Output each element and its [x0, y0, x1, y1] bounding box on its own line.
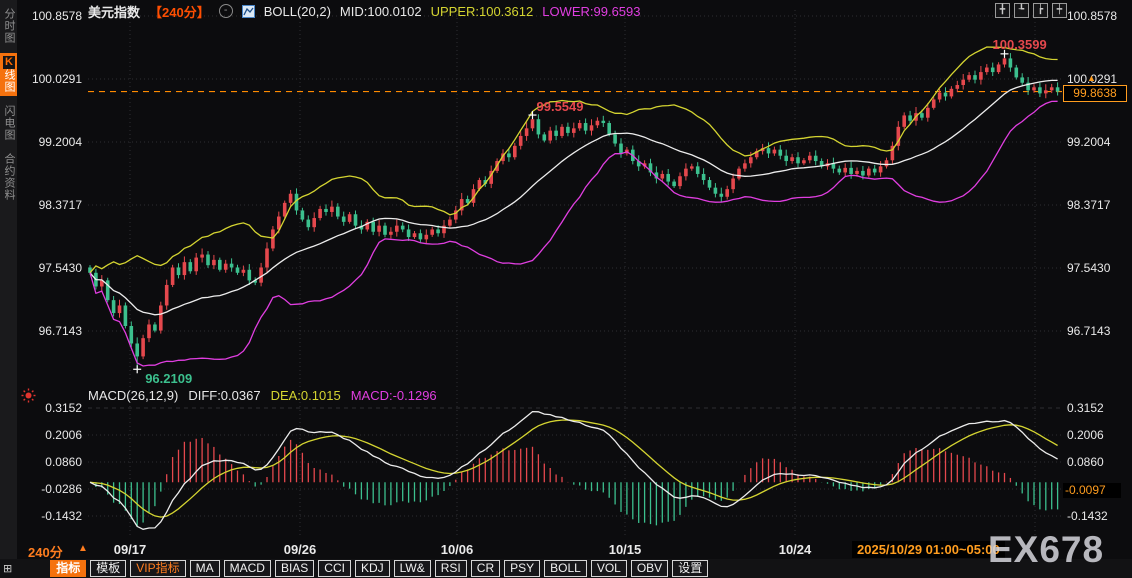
- macd-diff-value: DIFF:0.0367: [188, 388, 261, 403]
- chart-tool-icons: ╋ ┺ ┢ ┿: [995, 3, 1067, 18]
- axis-label: 0.2006: [45, 428, 82, 442]
- cci-button[interactable]: CCI: [318, 560, 351, 577]
- indicator-toolbar: ⊞ 指标 模板 VIP指标 MA MACD BIAS CCI KDJ LW& RSI CR PSY BO…: [0, 559, 1132, 578]
- axis-label: 100.8578: [1067, 9, 1118, 23]
- axis-label: -0.1432: [1067, 509, 1108, 523]
- indicator-button[interactable]: 指标: [50, 560, 87, 577]
- current-bar-datetime: 2025/10/29 01:00~05:00: [852, 541, 1005, 558]
- axis-label: 97.5430: [38, 261, 82, 275]
- chart-header: 美元指数 【240分】 - BOLL(20,2) MID:100.0102 UP…: [88, 2, 641, 21]
- boll-lower-value: LOWER:99.6593: [542, 3, 641, 19]
- boll-upper-value: UPPER:100.3612: [430, 3, 534, 19]
- time-axis: 240分 ▲ 2025/10/29 01:00~05:00 09/17 09/26…: [0, 541, 1132, 560]
- brand-watermark: EX678: [988, 529, 1105, 570]
- vol-button[interactable]: VOL: [590, 560, 627, 577]
- price-annotation: 99.5549: [536, 99, 584, 115]
- boll-settings-label: BOLL(20,2): [263, 3, 331, 19]
- macd-hist-value: MACD:-0.1296: [350, 388, 437, 403]
- price-annotation: 100.3599: [992, 36, 1047, 52]
- collapse-icon[interactable]: -: [218, 4, 233, 18]
- bias-button[interactable]: BIAS: [274, 560, 315, 577]
- psy-button[interactable]: PSY: [504, 560, 541, 577]
- date-tick-label: 09/26: [283, 542, 317, 557]
- axis-label: 0.3152: [1067, 401, 1104, 415]
- obv-button[interactable]: OBV: [630, 560, 669, 577]
- macd-dea-value: DEA:0.1015: [270, 388, 341, 403]
- axis-label: 100.0291: [31, 72, 82, 86]
- boll-mid-value: MID:100.0102: [339, 3, 422, 19]
- template-button[interactable]: 模板: [90, 560, 127, 577]
- grid-layout-icon[interactable]: ⊞: [3, 562, 12, 575]
- cr-button[interactable]: CR: [470, 560, 501, 577]
- price-up-arrow-icon: ▲: [1087, 73, 1096, 83]
- boll-button[interactable]: BOLL: [544, 560, 587, 577]
- macd-header: MACD(26,12,9) DIFF:0.0367 DEA:0.1015 MAC…: [88, 388, 437, 403]
- flash-chart-tab[interactable]: 闪电图: [0, 102, 17, 144]
- y-axis-zoom-icon[interactable]: ┺: [1014, 3, 1029, 18]
- axis-label: 96.7143: [38, 324, 82, 338]
- current-macd-tag: -0.0097: [1063, 483, 1121, 498]
- trading-app: 分时图 K线图闪电图合约资料 美元指数 【240分】 - BOLL(20,2) M…: [0, 0, 1132, 578]
- macd-params-label: MACD(26,12,9): [88, 388, 179, 403]
- axis-label: 0.2006: [1067, 428, 1104, 442]
- lw-button[interactable]: LW&: [393, 560, 431, 577]
- contract-info-tab[interactable]: 合约资料: [0, 150, 17, 204]
- axis-label: 0.0860: [1067, 455, 1104, 469]
- ma-button[interactable]: MA: [189, 560, 220, 577]
- macd-button[interactable]: MACD: [223, 560, 271, 577]
- axis-label: 96.7143: [1067, 324, 1111, 338]
- instrument-name: 美元指数: [88, 4, 141, 20]
- timeshare-chart-tab[interactable]: 分时图: [0, 5, 17, 47]
- axis-label: 0.0860: [45, 455, 82, 469]
- period-up-arrow-icon[interactable]: ▲: [78, 543, 88, 554]
- axis-label: -0.1432: [41, 509, 82, 523]
- date-tick-label: 10/06: [440, 542, 474, 557]
- price-annotation: 96.2109: [145, 371, 193, 387]
- axis-label: -0.0286: [41, 482, 82, 496]
- axis-label: 98.3717: [38, 198, 82, 212]
- pan-icon[interactable]: ┿: [1052, 3, 1067, 18]
- axis-label: 99.2004: [38, 135, 82, 149]
- rsi-button[interactable]: RSI: [434, 560, 467, 577]
- kdj-button[interactable]: KDJ: [354, 560, 390, 577]
- axis-label: 100.8578: [31, 9, 82, 23]
- sidebar: 分时图 K线图闪电图合约资料: [0, 0, 17, 578]
- vip-indicator-button[interactable]: VIP指标: [130, 560, 186, 577]
- axis-label: 97.5430: [1067, 261, 1111, 275]
- date-tick-label: 10/15: [608, 542, 642, 557]
- axis-label: 0.3152: [45, 401, 82, 415]
- axis-label: 99.2004: [1067, 135, 1111, 149]
- current-price-tag: 99.8638: [1063, 85, 1127, 102]
- chart-type-icon[interactable]: [241, 4, 255, 18]
- chart-canvas[interactable]: [0, 0, 1132, 578]
- date-tick-label: 10/24: [778, 542, 812, 557]
- settings-button[interactable]: 设置: [672, 560, 709, 577]
- axis-label: 98.3717: [1067, 198, 1111, 212]
- x-axis-zoom-icon[interactable]: ┢: [1033, 3, 1048, 18]
- crosshair-icon[interactable]: ╋: [995, 3, 1010, 18]
- period-label[interactable]: 【240分】: [149, 2, 210, 21]
- kline-chart-tab[interactable]: K线图: [0, 53, 17, 96]
- date-tick-label: 09/17: [113, 542, 147, 557]
